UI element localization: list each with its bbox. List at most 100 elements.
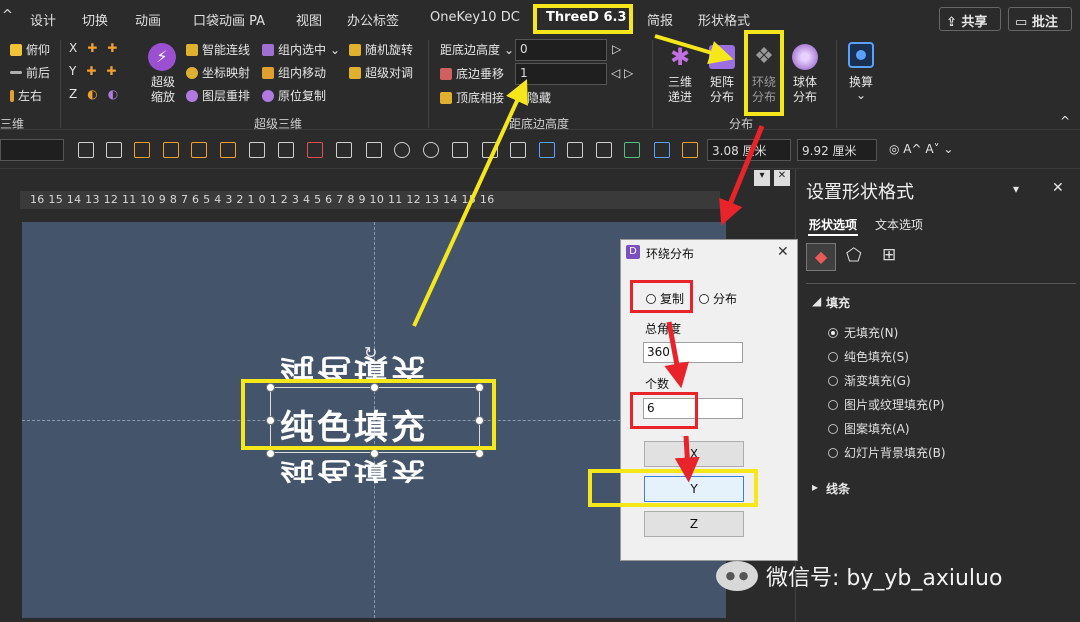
fill-section-toggle-icon[interactable]: ◢	[812, 294, 821, 308]
curve-icon[interactable]	[567, 142, 583, 158]
radio-gradient-fill[interactable]: 渐变填充(G)	[828, 372, 911, 389]
collapse-caret-icon[interactable]: ^	[2, 8, 13, 23]
resize-handle[interactable]	[370, 449, 379, 458]
top-bottom-join-button[interactable]: 顶底相接	[440, 89, 504, 106]
tab-transition[interactable]: 切换	[82, 10, 108, 29]
x-button[interactable]: X	[644, 441, 744, 467]
axis-z-icon-a[interactable]: ◐	[87, 87, 97, 101]
circle-shape-icon[interactable]	[394, 142, 410, 158]
radio-distribute[interactable]: 分布	[699, 290, 737, 307]
pane-close-button[interactable]: ✕	[1052, 180, 1064, 196]
dialog-close-button[interactable]: ✕	[777, 244, 789, 260]
in-place-copy-button[interactable]: 原位复制	[262, 87, 326, 104]
radio-slide-bg-fill[interactable]: 幻灯片背景填充(B)	[828, 444, 946, 461]
radio-solid-fill[interactable]: 纯色填充(S)	[828, 348, 909, 365]
shape-height-input[interactable]: 9.92 厘米	[797, 139, 877, 161]
coord-map-button[interactable]: 坐标映射	[186, 64, 250, 81]
send-backward-icon[interactable]	[163, 142, 179, 158]
copy-format-icon[interactable]	[654, 142, 670, 158]
total-angle-input[interactable]: 360	[643, 342, 743, 363]
tab-shape-format[interactable]: 形状格式	[698, 10, 750, 29]
pane-options-icon[interactable]: ▾	[1013, 182, 1019, 196]
tab-pocket-animation[interactable]: 口袋动画 PA	[193, 10, 265, 29]
tab-design[interactable]: 设计	[30, 10, 56, 29]
path-icon[interactable]	[624, 142, 640, 158]
tab-shape-options[interactable]: 形状选项	[809, 216, 857, 233]
group-select-button[interactable]: 组内选中 ⌄	[262, 41, 340, 58]
tab-office-tag[interactable]: 办公标签	[347, 10, 399, 29]
rotate-icon[interactable]	[539, 142, 555, 158]
shape-width-input[interactable]: 3.08 厘米	[707, 139, 791, 161]
align-top-icon[interactable]	[366, 142, 382, 158]
tab-animation[interactable]: 动画	[135, 10, 161, 29]
size-layout-icon[interactable]: ⊞	[882, 245, 896, 265]
sphere-distribution-icon[interactable]	[792, 44, 818, 70]
3d-progression-label[interactable]: 三维递进	[666, 75, 694, 105]
convert-dropdown-icon[interactable]: ⌄	[856, 88, 866, 102]
pane-dropdown-icon[interactable]: ▾	[754, 170, 770, 186]
distance-bottom-input[interactable]: 0	[515, 39, 607, 61]
tab-onekey[interactable]: OneKey10 DC	[430, 10, 520, 25]
line-section-toggle-icon[interactable]: ▸	[812, 480, 818, 494]
matrix-distribution-label[interactable]: 矩阵分布	[707, 75, 737, 105]
tab-view[interactable]: 视图	[296, 10, 322, 29]
align-left-icon[interactable]	[78, 142, 94, 158]
distribute-v-icon[interactable]	[278, 142, 294, 158]
axis-z-icon-b[interactable]: ◐	[108, 87, 118, 101]
3d-progression-icon[interactable]: ✱	[666, 43, 694, 71]
super-swap-button[interactable]: 超级对调	[349, 64, 413, 81]
decrease-arrow-icon[interactable]: ◁ ▷	[611, 66, 633, 80]
resize-handle[interactable]	[266, 449, 275, 458]
fill-section-header[interactable]: 填充	[826, 294, 850, 311]
rotate-handle-icon[interactable]: ↻	[364, 343, 377, 362]
axis-x-icon-a[interactable]: ✚	[87, 41, 97, 55]
radio-no-fill[interactable]: 无填充(N)	[828, 324, 898, 341]
axis-y-icon-a[interactable]: ✚	[86, 64, 96, 78]
reflected-text-bottom[interactable]: 纯色填充	[280, 455, 428, 489]
group-icon[interactable]	[191, 142, 207, 158]
pane-close-icon[interactable]: ✕	[774, 170, 790, 186]
fill-line-icon[interactable]: ◆	[806, 243, 836, 271]
super-zoom-label[interactable]: 超级缩放	[148, 75, 178, 105]
align-middle-icon[interactable]	[336, 142, 352, 158]
ungroup-icon[interactable]	[220, 142, 236, 158]
increase-arrow-icon[interactable]: ▷	[612, 42, 621, 56]
convert-icon[interactable]	[848, 42, 874, 68]
pitch-button[interactable]: 俯仰	[10, 41, 50, 58]
effects-pentagon-icon[interactable]: ⬠	[846, 245, 862, 266]
group-move-button[interactable]: 组内移动	[262, 64, 326, 81]
brush-icon[interactable]	[596, 142, 612, 158]
share-button[interactable]: ⇪ 共享	[939, 7, 1001, 31]
front-back-button[interactable]: 前后	[10, 64, 50, 81]
reset-icon[interactable]: ◎ A^ A˅ ⌄	[889, 142, 953, 156]
z-button[interactable]: Z	[644, 511, 744, 537]
paste-format-icon[interactable]	[682, 142, 698, 158]
axis-y-icon-b[interactable]: ✚	[106, 64, 116, 78]
radio-pattern-fill[interactable]: 图案填充(A)	[828, 420, 910, 437]
flip-icon[interactable]	[510, 142, 526, 158]
bottom-move-input[interactable]: 1	[515, 63, 607, 85]
style-combo[interactable]	[0, 139, 64, 161]
skew-icon[interactable]	[482, 142, 498, 158]
sphere-distribution-label[interactable]: 球体分布	[790, 75, 820, 105]
merge-shape-icon[interactable]	[423, 142, 439, 158]
align-center-icon[interactable]	[106, 142, 122, 158]
line-section-header[interactable]: 线条	[826, 480, 850, 497]
matrix-distribution-icon[interactable]	[709, 45, 735, 69]
left-right-button[interactable]: 左右	[10, 87, 42, 104]
smart-connect-button[interactable]: 智能连线	[186, 41, 250, 58]
bring-forward-icon[interactable]	[134, 142, 150, 158]
distribute-h-icon[interactable]	[249, 142, 265, 158]
axis-x-icon-b[interactable]: ✚	[107, 41, 117, 55]
text-tool-icon[interactable]	[307, 142, 323, 158]
tab-jianbao[interactable]: 简报	[647, 10, 673, 29]
super-zoom-icon[interactable]: ⚡	[148, 43, 176, 71]
tab-text-options[interactable]: 文本选项	[875, 216, 923, 233]
layer-reorder-button[interactable]: 图层重排	[186, 87, 250, 104]
triangle-icon[interactable]	[452, 142, 468, 158]
resize-handle[interactable]	[475, 449, 484, 458]
comment-button[interactable]: ▭ 批注	[1008, 7, 1072, 31]
random-rotate-button[interactable]: 随机旋转	[349, 41, 413, 58]
collapse-ribbon-icon[interactable]: ^	[1060, 114, 1070, 128]
hide-button[interactable]: 隐藏	[527, 89, 551, 106]
